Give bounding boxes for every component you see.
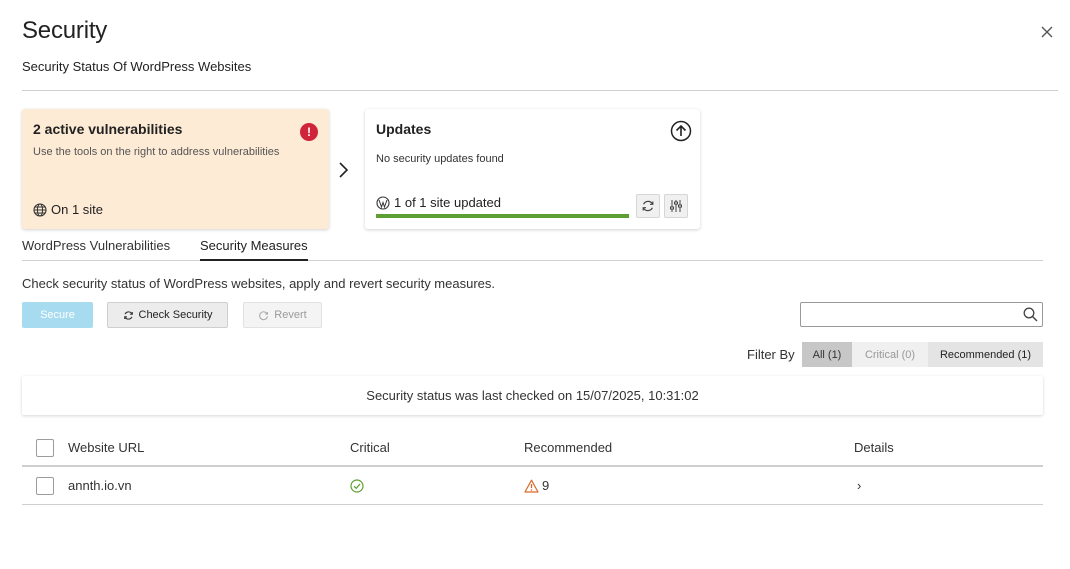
select-all-checkbox[interactable]	[36, 439, 54, 457]
close-icon	[1041, 26, 1053, 38]
chevron-right-icon[interactable]	[336, 160, 350, 180]
updates-heading: Updates	[376, 121, 432, 137]
revert-icon	[259, 310, 269, 320]
header-divider	[22, 90, 1058, 91]
intro-text: Check security status of WordPress websi…	[22, 276, 496, 291]
last-checked-banner: Security status was last checked on 15/0…	[22, 376, 1043, 415]
check-security-label: Check Security	[138, 309, 213, 321]
secure-button-label: Secure	[40, 309, 75, 321]
column-header-details: Details	[854, 440, 894, 455]
row-checkbox[interactable]	[36, 477, 54, 495]
chevron-right-icon: ›	[857, 478, 862, 493]
filter-label: Filter By	[747, 347, 795, 362]
updates-progress-bar	[376, 214, 629, 218]
filter-recommended-button[interactable]: Recommended (1)	[928, 342, 1043, 367]
refresh-icon	[123, 310, 133, 320]
filter-group: All (1) Critical (0) Recommended (1)	[802, 342, 1043, 367]
recommended-status: 9	[524, 478, 549, 493]
check-circle-icon	[350, 479, 364, 493]
updates-progress-fill	[376, 214, 629, 218]
site-count-label: On 1 site	[51, 202, 104, 217]
vulnerabilities-card[interactable]: 2 active vulnerabilities Use the tools o…	[22, 109, 329, 229]
secure-button[interactable]: Secure	[22, 302, 93, 328]
column-header-url[interactable]: Website URL	[68, 440, 144, 455]
filter-critical-button[interactable]: Critical (0)	[852, 342, 928, 367]
page-subtitle: Security Status Of WordPress Websites	[22, 59, 252, 74]
vulnerabilities-heading: 2 active vulnerabilities	[33, 121, 183, 137]
page-title: Security	[22, 17, 108, 44]
column-header-recommended[interactable]: Recommended	[524, 440, 612, 455]
globe-icon	[33, 202, 47, 217]
vulnerabilities-description: Use the tools on the right to address vu…	[33, 146, 280, 158]
close-button[interactable]	[1038, 23, 1056, 41]
refresh-icon	[642, 200, 654, 212]
tab-wordpress-vulnerabilities[interactable]: WordPress Vulnerabilities	[22, 238, 170, 259]
table-row[interactable]: annth.io.vn 9 ›	[22, 467, 1043, 505]
column-header-critical[interactable]: Critical	[350, 440, 390, 455]
revert-label: Revert	[274, 309, 307, 321]
updates-description: No security updates found	[376, 153, 504, 165]
critical-status	[350, 479, 364, 496]
recommended-count: 9	[542, 478, 550, 493]
vulnerabilities-site-count: On 1 site	[33, 202, 103, 217]
check-security-button[interactable]: Check Security	[107, 302, 228, 328]
refresh-updates-button[interactable]	[636, 194, 660, 218]
updates-status: 1 of 1 site updated	[376, 195, 501, 210]
updates-status-label: 1 of 1 site updated	[394, 195, 501, 210]
updates-card: Updates No security updates found 1 of 1…	[365, 109, 700, 229]
search-input[interactable]	[801, 303, 1011, 326]
alert-circle-icon: !	[300, 123, 318, 141]
filter-all-button[interactable]: All (1)	[802, 342, 852, 367]
upload-circle-icon[interactable]	[670, 120, 692, 142]
warning-triangle-icon	[524, 479, 539, 493]
table-header: Website URL Critical Recommended Details	[22, 431, 1043, 467]
tab-security-measures[interactable]: Security Measures	[200, 238, 308, 261]
details-button[interactable]: ›	[857, 478, 861, 493]
website-url[interactable]: annth.io.vn	[68, 478, 132, 493]
search-field[interactable]	[800, 302, 1043, 327]
wordpress-icon	[376, 195, 390, 210]
tab-bar: WordPress Vulnerabilities Security Measu…	[22, 238, 1043, 261]
sliders-icon	[670, 200, 682, 212]
websites-table: Website URL Critical Recommended Details…	[22, 431, 1043, 505]
revert-button[interactable]: Revert	[243, 302, 322, 328]
last-checked-text: Security status was last checked on 15/0…	[366, 388, 699, 403]
search-icon[interactable]	[1023, 307, 1038, 322]
update-settings-button[interactable]	[664, 194, 688, 218]
